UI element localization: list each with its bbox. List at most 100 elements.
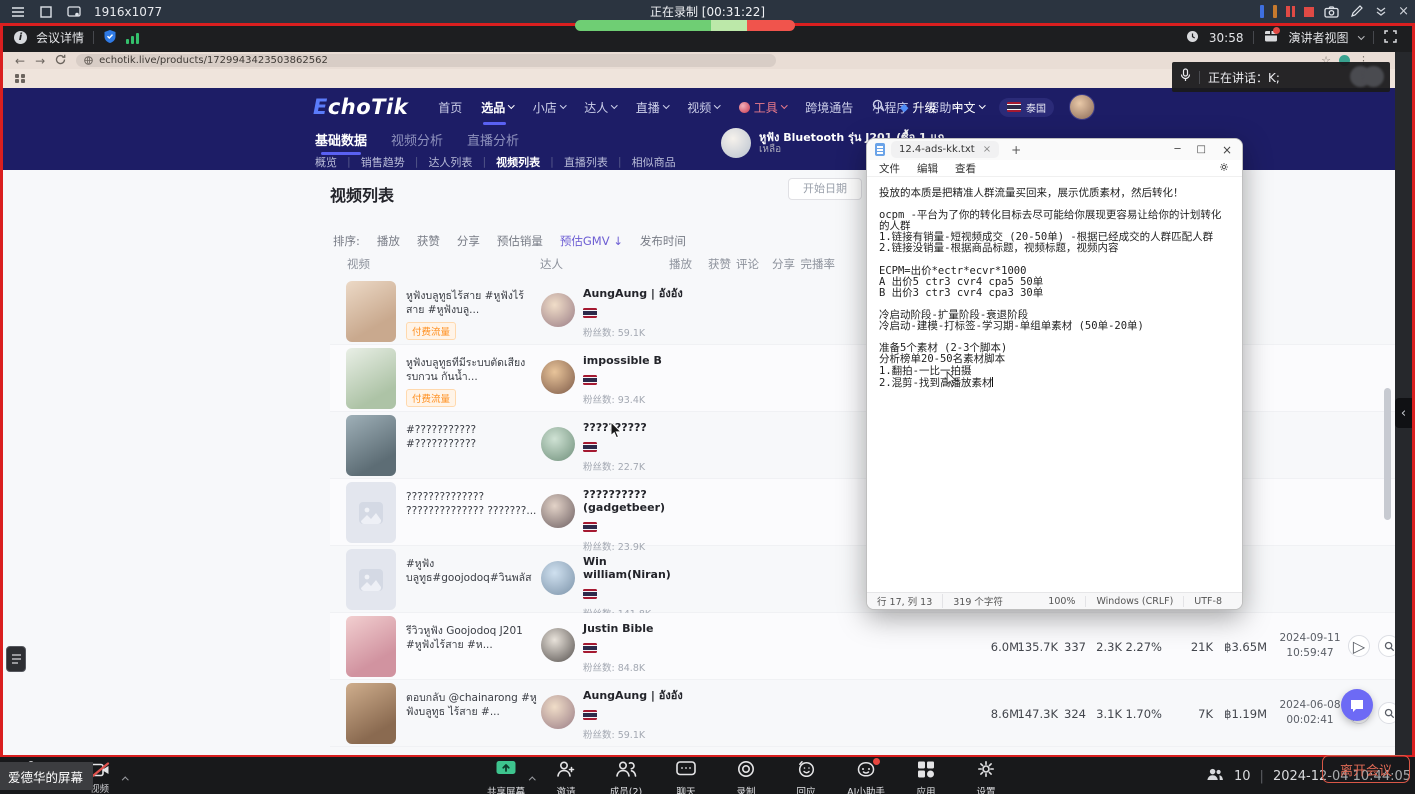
nav-item-选品[interactable]: 选品 [481,99,514,116]
language-selector[interactable]: 中文 [951,99,984,116]
notepad-settings-icon[interactable] [1218,161,1230,176]
stop-recording-button[interactable] [1304,7,1314,17]
creator-name[interactable]: ??????????(gadgetbeer) [583,488,703,514]
sort-option-发布时间[interactable]: 发布时间 [640,233,686,249]
notepad-tab[interactable]: 12.4-ads-kk.txt× [891,141,999,158]
back-icon[interactable]: ← [15,54,25,68]
tab-基础数据[interactable]: 基础数据 [315,130,367,149]
nav-item-工具[interactable]: 工具 [739,99,787,116]
sort-option-获赞[interactable]: 获赞 [417,233,440,249]
new-tab-icon[interactable]: + [1011,143,1021,157]
country-selector[interactable]: 泰国 [999,98,1054,117]
video-thumbnail[interactable] [346,616,396,677]
page-scrollbar[interactable] [1384,388,1391,520]
participants-icon[interactable] [1205,766,1225,786]
apps-grid-icon[interactable] [15,74,25,84]
network-signal-icon[interactable] [126,32,139,44]
info-icon[interactable]: i [14,31,27,44]
video-options-caret[interactable] [123,767,128,786]
upgrade-button[interactable]: ◆升级 [900,99,936,116]
sort-option-预估GMV[interactable]: 预估GMV ↓ [560,233,623,249]
menu-文件[interactable]: 文件 [879,161,900,176]
annotate-pencil-icon[interactable] [1348,4,1364,20]
play-video-button[interactable]: ▷ [1348,635,1370,657]
creator-name[interactable]: impossible B [583,354,703,367]
video-title[interactable]: #??????????? #??????????? #?????????????… [406,423,538,452]
collapse-toolbar-icon[interactable] [1373,4,1389,20]
video-title[interactable]: หูฟังบลูทูธที่มีระบบตัดเสียงรบกวน กันน้ำ… [406,356,538,384]
tab-视频分析[interactable]: 视频分析 [391,130,443,149]
video-thumbnail[interactable] [346,482,396,543]
shield-icon[interactable] [103,29,117,47]
video-title[interactable]: รีวิวหูฟัง Goojodoq J201 #หูฟังไร้สาย #ห… [406,624,538,652]
reload-icon[interactable] [55,54,66,68]
subnav-销售趋势[interactable]: 销售趋势 [361,154,405,170]
subnav-视频列表[interactable]: 视频列表 [496,154,540,170]
fullscreen-icon[interactable] [1384,30,1397,46]
nav-item-小店[interactable]: 小店 [533,99,566,116]
video-thumbnail[interactable] [346,415,396,476]
creator-name[interactable]: Winwilliam(Niran) [583,555,703,581]
creator-avatar[interactable] [541,427,575,461]
meeting-details-label[interactable]: 会议详情 [36,29,84,46]
subnav-相似商品[interactable]: 相似商品 [632,154,676,170]
creator-avatar[interactable] [541,293,575,327]
minimize-icon[interactable]: ─ [1174,144,1180,155]
creator-name[interactable]: Justin Bible [583,622,703,635]
video-row[interactable]: ตอบกลับ @chainarong #หูฟังบลูทูธ ไร้สาย … [330,680,1395,747]
creator-name[interactable]: AungAung | อังอัง [583,287,703,300]
video-title[interactable]: #หูฟังบลูทูธ#goojodoq#วินพลัส [406,557,538,585]
share-options-caret[interactable] [530,767,535,786]
toolbar-邀请-button[interactable]: 邀请 [540,759,592,794]
sort-option-预估销量[interactable]: 预估销量 [497,233,543,249]
nav-item-首页[interactable]: 首页 [438,99,462,116]
creator-name[interactable]: ?????????? [583,421,703,434]
leave-meeting-button[interactable]: 离开会议 [1322,755,1410,783]
toolbar-聊天-button[interactable]: 聊天 [660,759,712,794]
nav-item-达人[interactable]: 达人 [584,99,617,116]
video-thumbnail[interactable] [346,683,396,744]
window-icon[interactable] [38,4,54,20]
subnav-达人列表[interactable]: 达人列表 [428,154,472,170]
search-icon[interactable] [872,99,885,115]
forward-icon[interactable]: → [35,54,45,68]
video-title[interactable]: ?????????????? ?????????????? ???????... [406,490,538,518]
address-bar[interactable]: echotik.live/products/172994342350386256… [76,54,776,67]
video-thumbnail[interactable] [346,549,396,610]
tab-close-icon[interactable]: × [983,144,991,155]
camera-screenshot-icon[interactable] [1323,4,1339,20]
creator-name[interactable]: AungAung | อังอัง [583,689,703,702]
annotation-toolbar-handle[interactable] [6,646,26,672]
notepad-text-area[interactable]: 投放的本质是把精准人群流量买回来，展示优质素材，然后转化！ ocpm -平台为了… [867,179,1242,592]
toolbar-AI小助手-button[interactable]: AI小助手 [840,759,892,794]
sort-option-播放[interactable]: 播放 [377,233,400,249]
tab-直播分析[interactable]: 直播分析 [467,130,519,149]
pause-recording-button[interactable] [1286,6,1295,17]
toolbar-设置-button[interactable]: 设置 [960,759,1012,794]
video-thumbnail[interactable] [346,281,396,342]
creator-avatar[interactable] [541,360,575,394]
view-layout-icon[interactable] [1264,30,1278,46]
sort-option-分享[interactable]: 分享 [457,233,480,249]
video-thumbnail[interactable] [346,348,396,409]
notepad-titlebar[interactable]: 12.4-ads-kk.txt× + ─ □ × [867,139,1242,160]
video-title[interactable]: หูฟังบลูทูธไร้สาย #หูฟังไร้สาย #หูฟังบลู… [406,289,538,317]
creator-avatar[interactable] [541,494,575,528]
video-title[interactable]: ตอบกลับ @chainarong #หูฟังบลูทูธ ไร้สาย … [406,691,538,719]
nav-item-直播[interactable]: 直播 [636,99,669,116]
menu-编辑[interactable]: 编辑 [917,161,938,176]
nav-item-视频[interactable]: 视频 [687,99,720,116]
menu-查看[interactable]: 查看 [955,161,976,176]
close-recorder-icon[interactable]: × [1398,4,1409,19]
view-mode-caret-icon[interactable] [1358,33,1364,39]
toolbar-共享屏幕-button[interactable]: 共享屏幕 [480,759,532,794]
view-mode-label[interactable]: 演讲者视图 [1288,29,1348,46]
creator-avatar[interactable] [541,561,575,595]
close-window-icon[interactable]: × [1222,143,1232,157]
toolbar-应用-button[interactable]: 应用 [900,759,952,794]
capture-region-icon[interactable] [66,4,82,20]
hamburger-menu-icon[interactable] [10,4,26,20]
toolbar-回应-button[interactable]: 回应 [780,759,832,794]
creator-avatar[interactable] [541,628,575,662]
video-row[interactable]: รีวิวหูฟัง Goojodoq J201 #หูฟังไร้สาย #ห… [330,613,1395,680]
